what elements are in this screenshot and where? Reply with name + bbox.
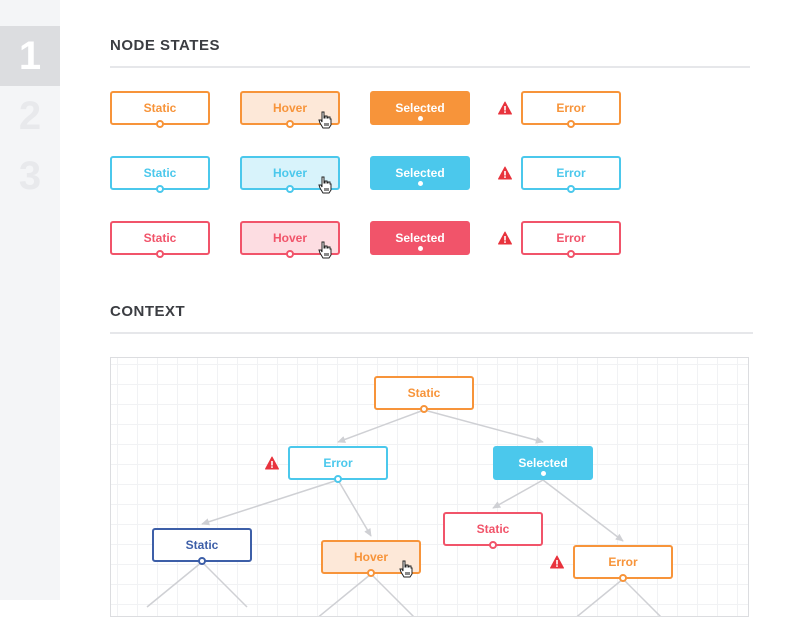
context-root-node[interactable]: Static <box>374 376 474 413</box>
output-port[interactable] <box>198 557 206 565</box>
warning-icon <box>498 166 512 180</box>
output-port[interactable] <box>417 246 423 251</box>
edge-root-b[interactable] <box>423 409 544 444</box>
output-port[interactable] <box>540 471 546 476</box>
output-port[interactable] <box>489 541 497 549</box>
node-label: Static <box>143 101 177 115</box>
step-1[interactable]: 1 <box>0 26 60 86</box>
node-label: Selected <box>395 101 445 115</box>
output-port[interactable] <box>567 250 575 258</box>
context-b1-node[interactable]: Static <box>443 512 543 549</box>
node-label: Hover <box>272 166 307 180</box>
node-label: Static <box>143 231 177 245</box>
blue-selected-node[interactable]: Selected <box>370 156 470 190</box>
output-port[interactable] <box>420 405 428 413</box>
output-port[interactable] <box>286 250 294 258</box>
output-port[interactable] <box>156 250 164 258</box>
edge-b-b1[interactable] <box>492 479 544 509</box>
context-b-node[interactable]: Selected <box>493 446 593 480</box>
orange-selected-node[interactable]: Selected <box>370 91 470 125</box>
blue-error-node[interactable]: Error <box>521 156 621 193</box>
warning-icon <box>498 231 512 245</box>
context-a2-node[interactable]: Hover <box>321 540 421 577</box>
context-b2-node[interactable]: Error <box>573 545 673 582</box>
node-label: Selected <box>395 231 445 245</box>
output-port[interactable] <box>156 185 164 193</box>
edge-a2-child-0[interactable] <box>316 573 372 617</box>
red-selected-node[interactable]: Selected <box>370 221 470 255</box>
node-label: Static <box>185 538 219 552</box>
orange-static-node[interactable]: Static <box>110 91 210 128</box>
warning-icon <box>498 101 512 115</box>
orange-error-node[interactable]: Error <box>521 91 621 128</box>
context-a1-node[interactable]: Static <box>152 528 252 565</box>
context-a-node[interactable]: Error <box>288 446 388 483</box>
output-port[interactable] <box>156 120 164 128</box>
step-sidebar: 1 2 3 <box>0 0 60 600</box>
edge-a-a1[interactable] <box>201 479 339 526</box>
edge-a2-child-1[interactable] <box>370 573 416 617</box>
node-label: Error <box>608 555 638 569</box>
output-port[interactable] <box>334 475 342 483</box>
node-label: Selected <box>518 456 568 470</box>
edge-b2-child-1[interactable] <box>622 578 668 617</box>
node-label: Error <box>556 101 586 115</box>
edge-b2-child-0[interactable] <box>568 578 624 617</box>
step-3[interactable]: 3 <box>0 146 60 206</box>
node-label: Static <box>407 386 441 400</box>
orange-hover-node[interactable]: Hover <box>240 91 340 128</box>
node-label: Error <box>323 456 353 470</box>
node-label: Error <box>556 166 586 180</box>
context-heading: CONTEXT <box>110 303 186 320</box>
edge-a1-child-0[interactable] <box>146 561 203 608</box>
output-port[interactable] <box>567 120 575 128</box>
node-label: Selected <box>395 166 445 180</box>
step-2[interactable]: 2 <box>0 86 60 146</box>
edge-root-a[interactable] <box>337 409 425 443</box>
node-states-divider <box>110 66 750 68</box>
context-canvas[interactable]: Static Error Selected Static Hover Static Erro… <box>110 357 749 617</box>
context-divider <box>110 332 753 334</box>
output-port[interactable] <box>367 569 375 577</box>
edge-a1-child-1[interactable] <box>201 561 248 608</box>
red-error-node[interactable]: Error <box>521 221 621 258</box>
node-label: Error <box>556 231 586 245</box>
output-port[interactable] <box>417 116 423 121</box>
edge-b-b2[interactable] <box>542 479 624 542</box>
node-label: Static <box>476 522 510 536</box>
warning-icon <box>265 456 279 470</box>
node-label: Static <box>143 166 177 180</box>
blue-hover-node[interactable]: Hover <box>240 156 340 193</box>
output-port[interactable] <box>619 574 627 582</box>
node-label: Hover <box>272 231 307 245</box>
blue-static-node[interactable]: Static <box>110 156 210 193</box>
red-hover-node[interactable]: Hover <box>240 221 340 258</box>
red-static-node[interactable]: Static <box>110 221 210 258</box>
node-label: Hover <box>272 101 307 115</box>
node-states-heading: NODE STATES <box>110 37 220 54</box>
edge-a-a2[interactable] <box>337 479 372 537</box>
node-label: Hover <box>353 550 388 564</box>
output-port[interactable] <box>286 120 294 128</box>
warning-icon <box>550 555 564 569</box>
output-port[interactable] <box>567 185 575 193</box>
output-port[interactable] <box>286 185 294 193</box>
output-port[interactable] <box>417 181 423 186</box>
